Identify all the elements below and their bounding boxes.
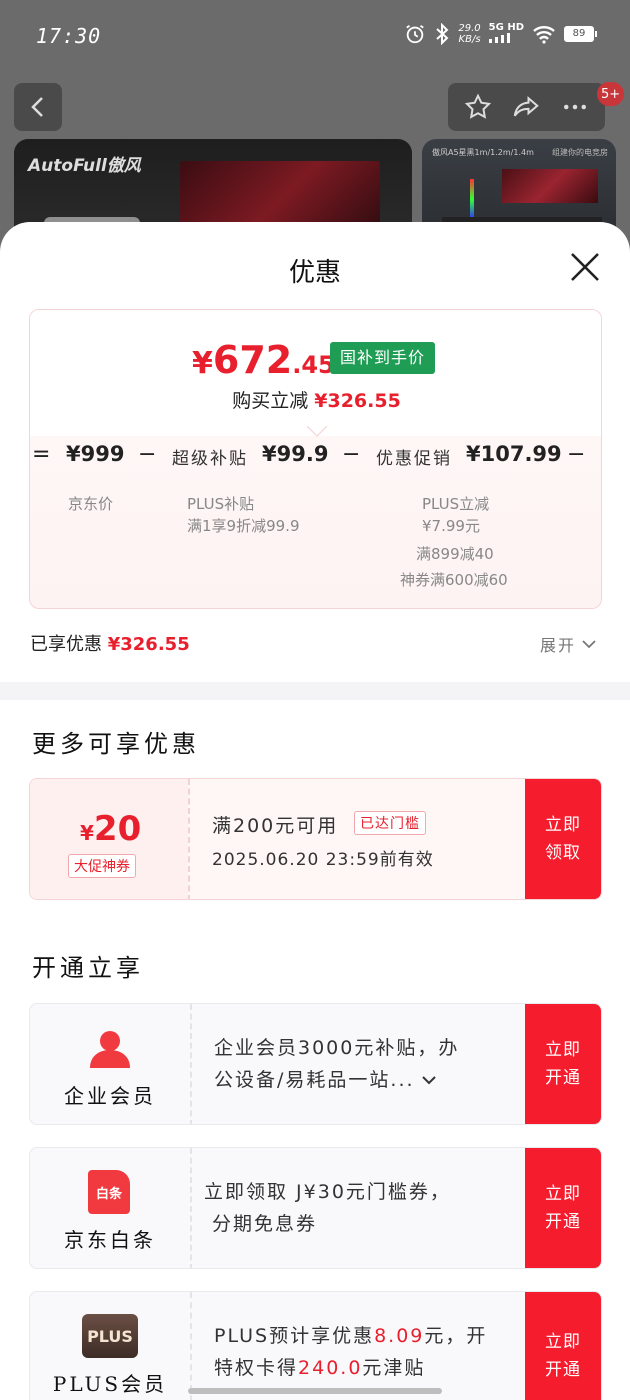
coupon-amount: ¥20	[80, 809, 142, 849]
super-subsidy-label: 超级补贴	[172, 449, 248, 469]
home-indicator[interactable]	[188, 1388, 442, 1394]
open-baitiao-button[interactable]: 立即 开通	[525, 1148, 601, 1268]
chevron-down-icon	[582, 640, 596, 649]
network-speed: 29.0 KB/s	[458, 23, 481, 45]
membership-desc: 企业会员3000元补贴，办 公设备/易耗品一站...	[214, 1037, 460, 1091]
baitiao-icon: 白条	[88, 1170, 130, 1214]
chevron-left-icon	[31, 97, 43, 117]
baitiao-card: 白条 京东白条 立即领取 J¥30元门槛券， 分期免息券 立即 开通	[29, 1147, 602, 1269]
battery-icon: 89	[564, 26, 597, 42]
plus-subsidy-label: PLUS补贴	[187, 495, 255, 513]
status-time: 17:30	[36, 24, 102, 48]
bluetooth-icon	[436, 23, 449, 45]
membership-name: PLUS会员	[52, 1372, 168, 1396]
brand-logo: AutoFull傲风	[28, 156, 141, 176]
discount-sheet: 优惠 ¥672.45 国补到手价 购买立减 ¥326.55 = ¥999 − 超…	[0, 222, 630, 1400]
open-benefits-title: 开通立享	[32, 954, 144, 982]
coupon-condition: 满200元可用	[212, 815, 339, 837]
star-icon[interactable]	[463, 92, 493, 122]
threshold-reached-tag: 已达门槛	[354, 811, 426, 835]
super-subsidy-value: ¥99.9	[262, 442, 329, 466]
back-button[interactable]	[14, 83, 62, 131]
gov-subsidy-tag: 国补到手价	[330, 342, 436, 374]
full-reduction-detail: 满899减40	[416, 545, 494, 563]
share-icon[interactable]	[511, 92, 541, 122]
screen: 17:30 29.0 KB/s 5G HD 89 5+ AutoFull傲风 傲风…	[0, 0, 630, 1400]
signal-icon	[488, 33, 510, 43]
signal-indicator: 5G HD	[488, 22, 524, 46]
plus-icon: PLUS	[82, 1314, 138, 1358]
price-formula: = ¥999 − 超级补贴 ¥99.9 − 优惠促销 ¥107.99 −	[32, 442, 586, 469]
expand-button[interactable]: 展开	[540, 632, 596, 656]
status-icons: 29.0 KB/s 5G HD 89	[404, 22, 597, 46]
plus-discount-detail: ¥7.99元	[422, 517, 480, 535]
membership-name: 京东白条	[64, 1228, 156, 1252]
membership-desc: 立即领取 J¥30元门槛券， 分期免息券	[204, 1181, 451, 1235]
coupon-validity: 2025.06.20 23:59前有效	[212, 850, 434, 870]
sheet-title: 优惠	[288, 258, 341, 288]
alarm-icon	[406, 24, 425, 44]
buy-discount-line: 购买立减 ¥326.55	[232, 390, 401, 412]
more-icon[interactable]	[560, 92, 590, 122]
plus-member-card: PLUS PLUS会员 PLUS预计享优惠8.09元，开 特权卡得240.0元津…	[29, 1291, 602, 1400]
close-icon[interactable]	[568, 250, 602, 284]
user-icon	[90, 1031, 130, 1068]
membership-desc: PLUS预计享优惠8.09元，开 特权卡得240.0元津贴	[214, 1325, 488, 1379]
coupon-card: ¥20 大促神券 满200元可用 已达门槛 2025.06.20 23:59前有…	[29, 778, 602, 900]
wifi-icon	[533, 26, 555, 44]
promo-label: 优惠促销	[376, 449, 452, 469]
plus-discount-label: PLUS立减	[422, 495, 490, 513]
final-price: ¥672.45	[192, 338, 335, 382]
top-toolbar	[448, 83, 605, 131]
membership-name: 企业会员	[64, 1084, 156, 1108]
promo-value: ¥107.99	[466, 442, 562, 466]
price-breakdown-card: ¥672.45 国补到手价 购买立减 ¥326.55 = ¥999 − 超级补贴…	[29, 309, 602, 609]
jd-price-value: ¥999	[66, 442, 125, 466]
status-bar: 17:30 29.0 KB/s 5G HD 89	[0, 0, 630, 72]
open-plus-button[interactable]: 立即 开通	[525, 1292, 601, 1400]
coupon-reduction-detail: 神券满600减60	[400, 571, 508, 589]
claim-coupon-button[interactable]: 立即 领取	[525, 779, 601, 899]
jd-price-label: 京东价	[68, 495, 114, 513]
plus-subsidy-detail: 满1享9折减99.9	[187, 517, 300, 535]
enjoyed-discount: 已享优惠 ¥326.55	[30, 634, 190, 655]
section-divider	[0, 682, 630, 700]
message-badge: 5+	[597, 82, 625, 106]
coupon-type-tag: 大促神券	[68, 854, 136, 878]
enterprise-member-card: 企业会员 企业会员3000元补贴，办 公设备/易耗品一站... 立即 开通	[29, 1003, 602, 1125]
open-enterprise-button[interactable]: 立即 开通	[525, 1004, 601, 1124]
more-discounts-title: 更多可享优惠	[32, 730, 200, 758]
chevron-down-icon[interactable]	[421, 1074, 437, 1086]
